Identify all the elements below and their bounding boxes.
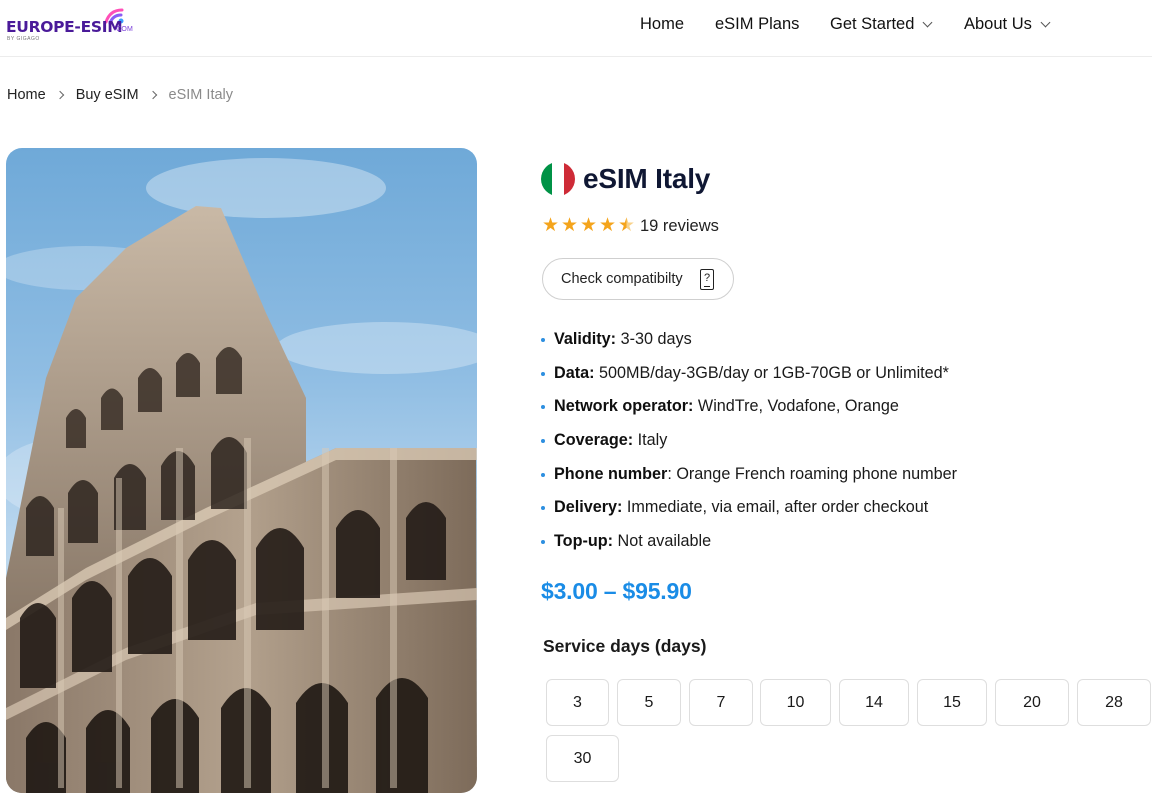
feature-label: Coverage: bbox=[554, 431, 634, 450]
star-half-icon: ★ bbox=[617, 215, 636, 236]
feature-label: Top-up: bbox=[554, 531, 614, 550]
product-image-colosseum bbox=[6, 148, 477, 793]
nav-get-started-label: Get Started bbox=[830, 15, 915, 33]
feature-data: Data: 500MB/day-3GB/day or 1GB-70GB or U… bbox=[541, 357, 957, 391]
rating-stars: ★ ★ ★ ★ ★ bbox=[541, 216, 636, 236]
breadcrumb-current: eSIM Italy bbox=[168, 87, 234, 103]
bullet-icon bbox=[541, 439, 545, 444]
product-title-row: eSIM Italy bbox=[541, 162, 710, 196]
service-day-option-10[interactable]: 10 bbox=[760, 679, 831, 726]
breadcrumb-buy-esim[interactable]: Buy eSIM bbox=[76, 87, 139, 103]
feature-value: Italy bbox=[633, 431, 668, 450]
check-compatibility-label: Check compatibilty bbox=[561, 271, 683, 287]
service-day-option-28[interactable]: 28 bbox=[1077, 679, 1151, 726]
service-day-option-14[interactable]: 14 bbox=[839, 679, 909, 726]
chevron-down-icon bbox=[1040, 17, 1051, 28]
star-icon: ★ bbox=[560, 215, 579, 236]
breadcrumb-home[interactable]: Home bbox=[7, 87, 46, 103]
feature-value: WindTre, Vodafone, Orange bbox=[693, 397, 899, 416]
feature-list: Validity: 3-30 days Data: 500MB/day-3GB/… bbox=[541, 323, 957, 558]
feature-delivery: Delivery: Immediate, via email, after or… bbox=[541, 491, 957, 525]
site-logo[interactable]: EUROPE-ESIM .COM BY GIGAGO bbox=[6, 6, 138, 46]
bullet-icon bbox=[541, 338, 545, 343]
bullet-icon bbox=[541, 405, 545, 410]
service-day-option-15[interactable]: 15 bbox=[917, 679, 987, 726]
feature-network-operator: Network operator: WindTre, Vodafone, Ora… bbox=[541, 390, 957, 424]
feature-value: Immediate, via email, after order checko… bbox=[622, 498, 929, 517]
colosseum-illustration bbox=[6, 158, 477, 793]
feature-label: Data: bbox=[554, 363, 595, 382]
check-compatibility-button[interactable]: Check compatibilty bbox=[542, 258, 734, 300]
star-icon: ★ bbox=[598, 215, 617, 236]
site-header: EUROPE-ESIM .COM BY GIGAGO Home eSIM Pla… bbox=[0, 0, 1152, 57]
feature-top-up: Top-up: Not available bbox=[541, 525, 957, 559]
price-range: $3.00 – $95.90 bbox=[541, 578, 692, 604]
feature-value: Not available bbox=[613, 531, 712, 550]
reviews-count[interactable]: 19 reviews bbox=[640, 217, 719, 236]
feature-coverage: Coverage: Italy bbox=[541, 424, 957, 458]
star-icon: ★ bbox=[541, 215, 560, 236]
bullet-icon bbox=[541, 506, 545, 511]
feature-value: : Orange French roaming phone number bbox=[667, 464, 958, 483]
service-day-option-20[interactable]: 20 bbox=[995, 679, 1069, 726]
nav-home[interactable]: Home bbox=[640, 15, 684, 34]
nav-esim-plans-label: eSIM Plans bbox=[715, 15, 800, 33]
feature-label: Validity: bbox=[554, 330, 617, 349]
feature-value: 3-30 days bbox=[616, 330, 692, 349]
feature-phone-number: Phone number: Orange French roaming phon… bbox=[541, 457, 957, 491]
chevron-down-icon bbox=[922, 17, 933, 28]
nav-home-label: Home bbox=[640, 15, 685, 33]
service-day-option-30[interactable]: 30 bbox=[546, 735, 619, 782]
nav-get-started[interactable]: Get Started bbox=[830, 15, 933, 34]
nav-esim-plans[interactable]: eSIM Plans bbox=[715, 15, 799, 34]
logo-wordmark: EUROPE-ESIM bbox=[6, 18, 123, 36]
chevron-right-icon bbox=[55, 90, 64, 100]
product-title: eSIM Italy bbox=[583, 163, 711, 194]
nav-about-us-label: About Us bbox=[964, 15, 1032, 33]
service-day-option-7[interactable]: 7 bbox=[689, 679, 753, 726]
service-day-option-5[interactable]: 5 bbox=[617, 679, 681, 726]
bullet-icon bbox=[541, 472, 545, 477]
star-icon: ★ bbox=[579, 215, 598, 236]
feature-label: Phone number bbox=[554, 464, 668, 483]
feature-label: Delivery: bbox=[554, 498, 623, 517]
feature-value: 500MB/day-3GB/day or 1GB-70GB or Unlimit… bbox=[594, 363, 949, 382]
italy-flag-icon bbox=[541, 162, 575, 196]
chevron-right-icon bbox=[148, 90, 157, 100]
service-days-label: Service days (days) bbox=[543, 636, 707, 656]
logo-wordmark-part1: EUROPE- bbox=[6, 18, 81, 36]
nav-about-us[interactable]: About Us bbox=[964, 15, 1051, 34]
logo-suffix: .COM bbox=[114, 26, 134, 33]
feature-label: Network operator: bbox=[554, 397, 694, 416]
breadcrumb: Home Buy eSIM eSIM Italy bbox=[7, 87, 233, 103]
phone-question-icon bbox=[700, 269, 714, 290]
bullet-icon bbox=[541, 371, 545, 376]
bullet-icon bbox=[541, 539, 545, 544]
service-day-option-3[interactable]: 3 bbox=[546, 679, 609, 726]
rating-row[interactable]: ★ ★ ★ ★ ★ 19 reviews bbox=[541, 216, 719, 236]
logo-byline: BY GIGAGO bbox=[7, 36, 40, 42]
feature-validity: Validity: 3-30 days bbox=[541, 323, 957, 357]
